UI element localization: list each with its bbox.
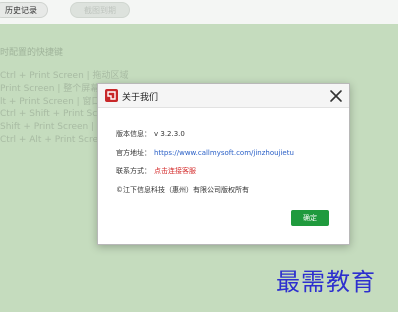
about-dialog: 关于我们 版本信息： v 3.2.3.0 官方地址： https://www.cal…	[97, 83, 350, 245]
version-label: 版本信息：	[116, 130, 151, 138]
website-link[interactable]: https://www.callmysoft.com/jinzhoujietu	[154, 149, 294, 157]
shortcut-line: Ctrl + Print Screen | 拖动区域	[0, 71, 129, 81]
copyright-text: ©江下信息科技（惠州）有限公司版权所有	[116, 185, 249, 194]
contact-row: 联系方式： 点击连接客服	[116, 166, 294, 185]
top-toolbar: 历史记录 截图到期	[0, 0, 398, 24]
website-label: 官方地址：	[116, 148, 151, 157]
website-row: 官方地址： https://www.callmysoft.com/jinzhouj…	[116, 148, 294, 167]
app-logo-icon	[105, 89, 118, 102]
ok-button[interactable]: 确定	[291, 210, 329, 226]
close-icon	[330, 90, 342, 102]
close-button[interactable]	[327, 87, 345, 105]
shortcut-heading: 时配置的快捷键	[0, 48, 64, 58]
about-info: 版本信息： v 3.2.3.0 官方地址： https://www.callmyso…	[116, 129, 294, 203]
contact-label: 联系方式：	[116, 167, 151, 175]
contact-link[interactable]: 点击连接客服	[154, 167, 196, 175]
dialog-titlebar: 关于我们	[98, 84, 349, 108]
version-value: v 3.2.3.0	[154, 130, 185, 138]
version-row: 版本信息： v 3.2.3.0	[116, 129, 294, 148]
dialog-title: 关于我们	[122, 93, 159, 103]
toolbar-button[interactable]: 截图到期	[70, 2, 130, 18]
watermark-text: 最需教育	[276, 268, 376, 296]
history-button[interactable]: 历史记录	[0, 2, 48, 18]
